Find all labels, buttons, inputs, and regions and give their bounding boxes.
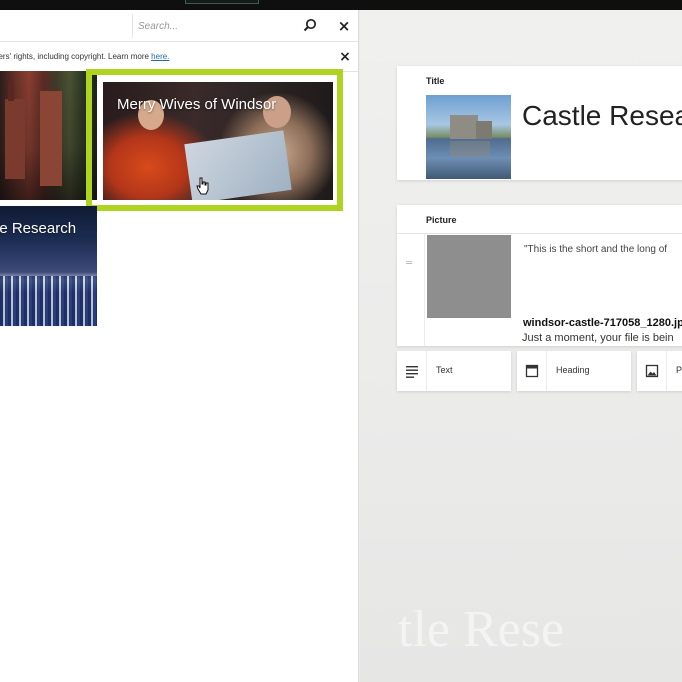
tile-title: le Research <box>0 220 77 237</box>
block-icon-cell <box>517 351 547 391</box>
tile-thumbnail-detail <box>0 276 97 326</box>
tile-title: Merry Wives of Windsor <box>117 96 277 113</box>
close-icon: × <box>339 49 351 65</box>
block-type-label: P <box>676 365 682 375</box>
learn-more-link[interactable]: here. <box>151 52 169 61</box>
image-detail <box>476 121 492 139</box>
block-label: Picture <box>426 215 457 225</box>
drag-handle-icon: ═ <box>406 258 413 269</box>
top-bar <box>0 0 682 10</box>
add-text-block-button[interactable]: Text <box>397 351 511 391</box>
notice-text: hers' rights, including copyright. Learn… <box>0 52 169 61</box>
add-heading-block-button[interactable]: Heading <box>517 351 631 391</box>
file-name: windsor-castle-717058_1280.jp <box>523 317 682 329</box>
uploading-image-placeholder <box>427 235 511 318</box>
page-title[interactable]: Castle Resea <box>522 100 682 132</box>
image-icon <box>645 364 659 378</box>
notice-message: hers' rights, including copyright. Learn… <box>0 52 152 61</box>
copyright-notice: hers' rights, including copyright. Learn… <box>0 42 358 72</box>
search-button[interactable] <box>299 16 321 36</box>
search-bar: × <box>0 10 358 42</box>
block-icon-cell <box>397 351 427 391</box>
text-lines-icon <box>406 366 418 378</box>
image-detail <box>450 115 478 139</box>
block-icon-cell <box>637 351 667 391</box>
divider <box>397 233 682 234</box>
image-detail <box>450 141 490 157</box>
close-icon: × <box>337 17 351 35</box>
block-label: Title <box>426 76 445 86</box>
search-icon <box>303 18 317 31</box>
title-block[interactable]: Title Castle Resea <box>397 66 682 180</box>
picture-caption[interactable]: "This is the short and the long of <box>524 244 667 255</box>
top-bar-tab[interactable] <box>185 0 259 4</box>
dismiss-notice-button[interactable]: × <box>336 48 354 66</box>
upload-status: Just a moment, your file is bein <box>522 332 674 344</box>
tile-thumbnail-detail <box>40 91 62 186</box>
picture-block[interactable]: Picture ═ "This is the short and the lon… <box>397 205 682 346</box>
search-divider <box>132 14 133 38</box>
title-image[interactable] <box>426 95 511 179</box>
block-type-label: Text <box>436 365 453 375</box>
add-picture-block-button[interactable]: P <box>637 351 682 391</box>
drag-handle[interactable]: ═ <box>397 234 425 346</box>
media-tile-castle-research[interactable]: le Research <box>0 206 97 326</box>
media-tile-castle[interactable] <box>0 71 97 200</box>
search-input[interactable] <box>138 16 288 36</box>
background-watermark: tle Rese <box>398 601 565 658</box>
media-tile-merry-wives[interactable]: Merry Wives of Windsor <box>103 82 333 200</box>
close-picker-button[interactable]: × <box>333 16 355 36</box>
tile-thumbnail-detail <box>5 99 25 179</box>
heading-icon <box>525 364 539 378</box>
block-type-label: Heading <box>556 365 590 375</box>
tile-thumbnail-detail <box>8 81 14 101</box>
